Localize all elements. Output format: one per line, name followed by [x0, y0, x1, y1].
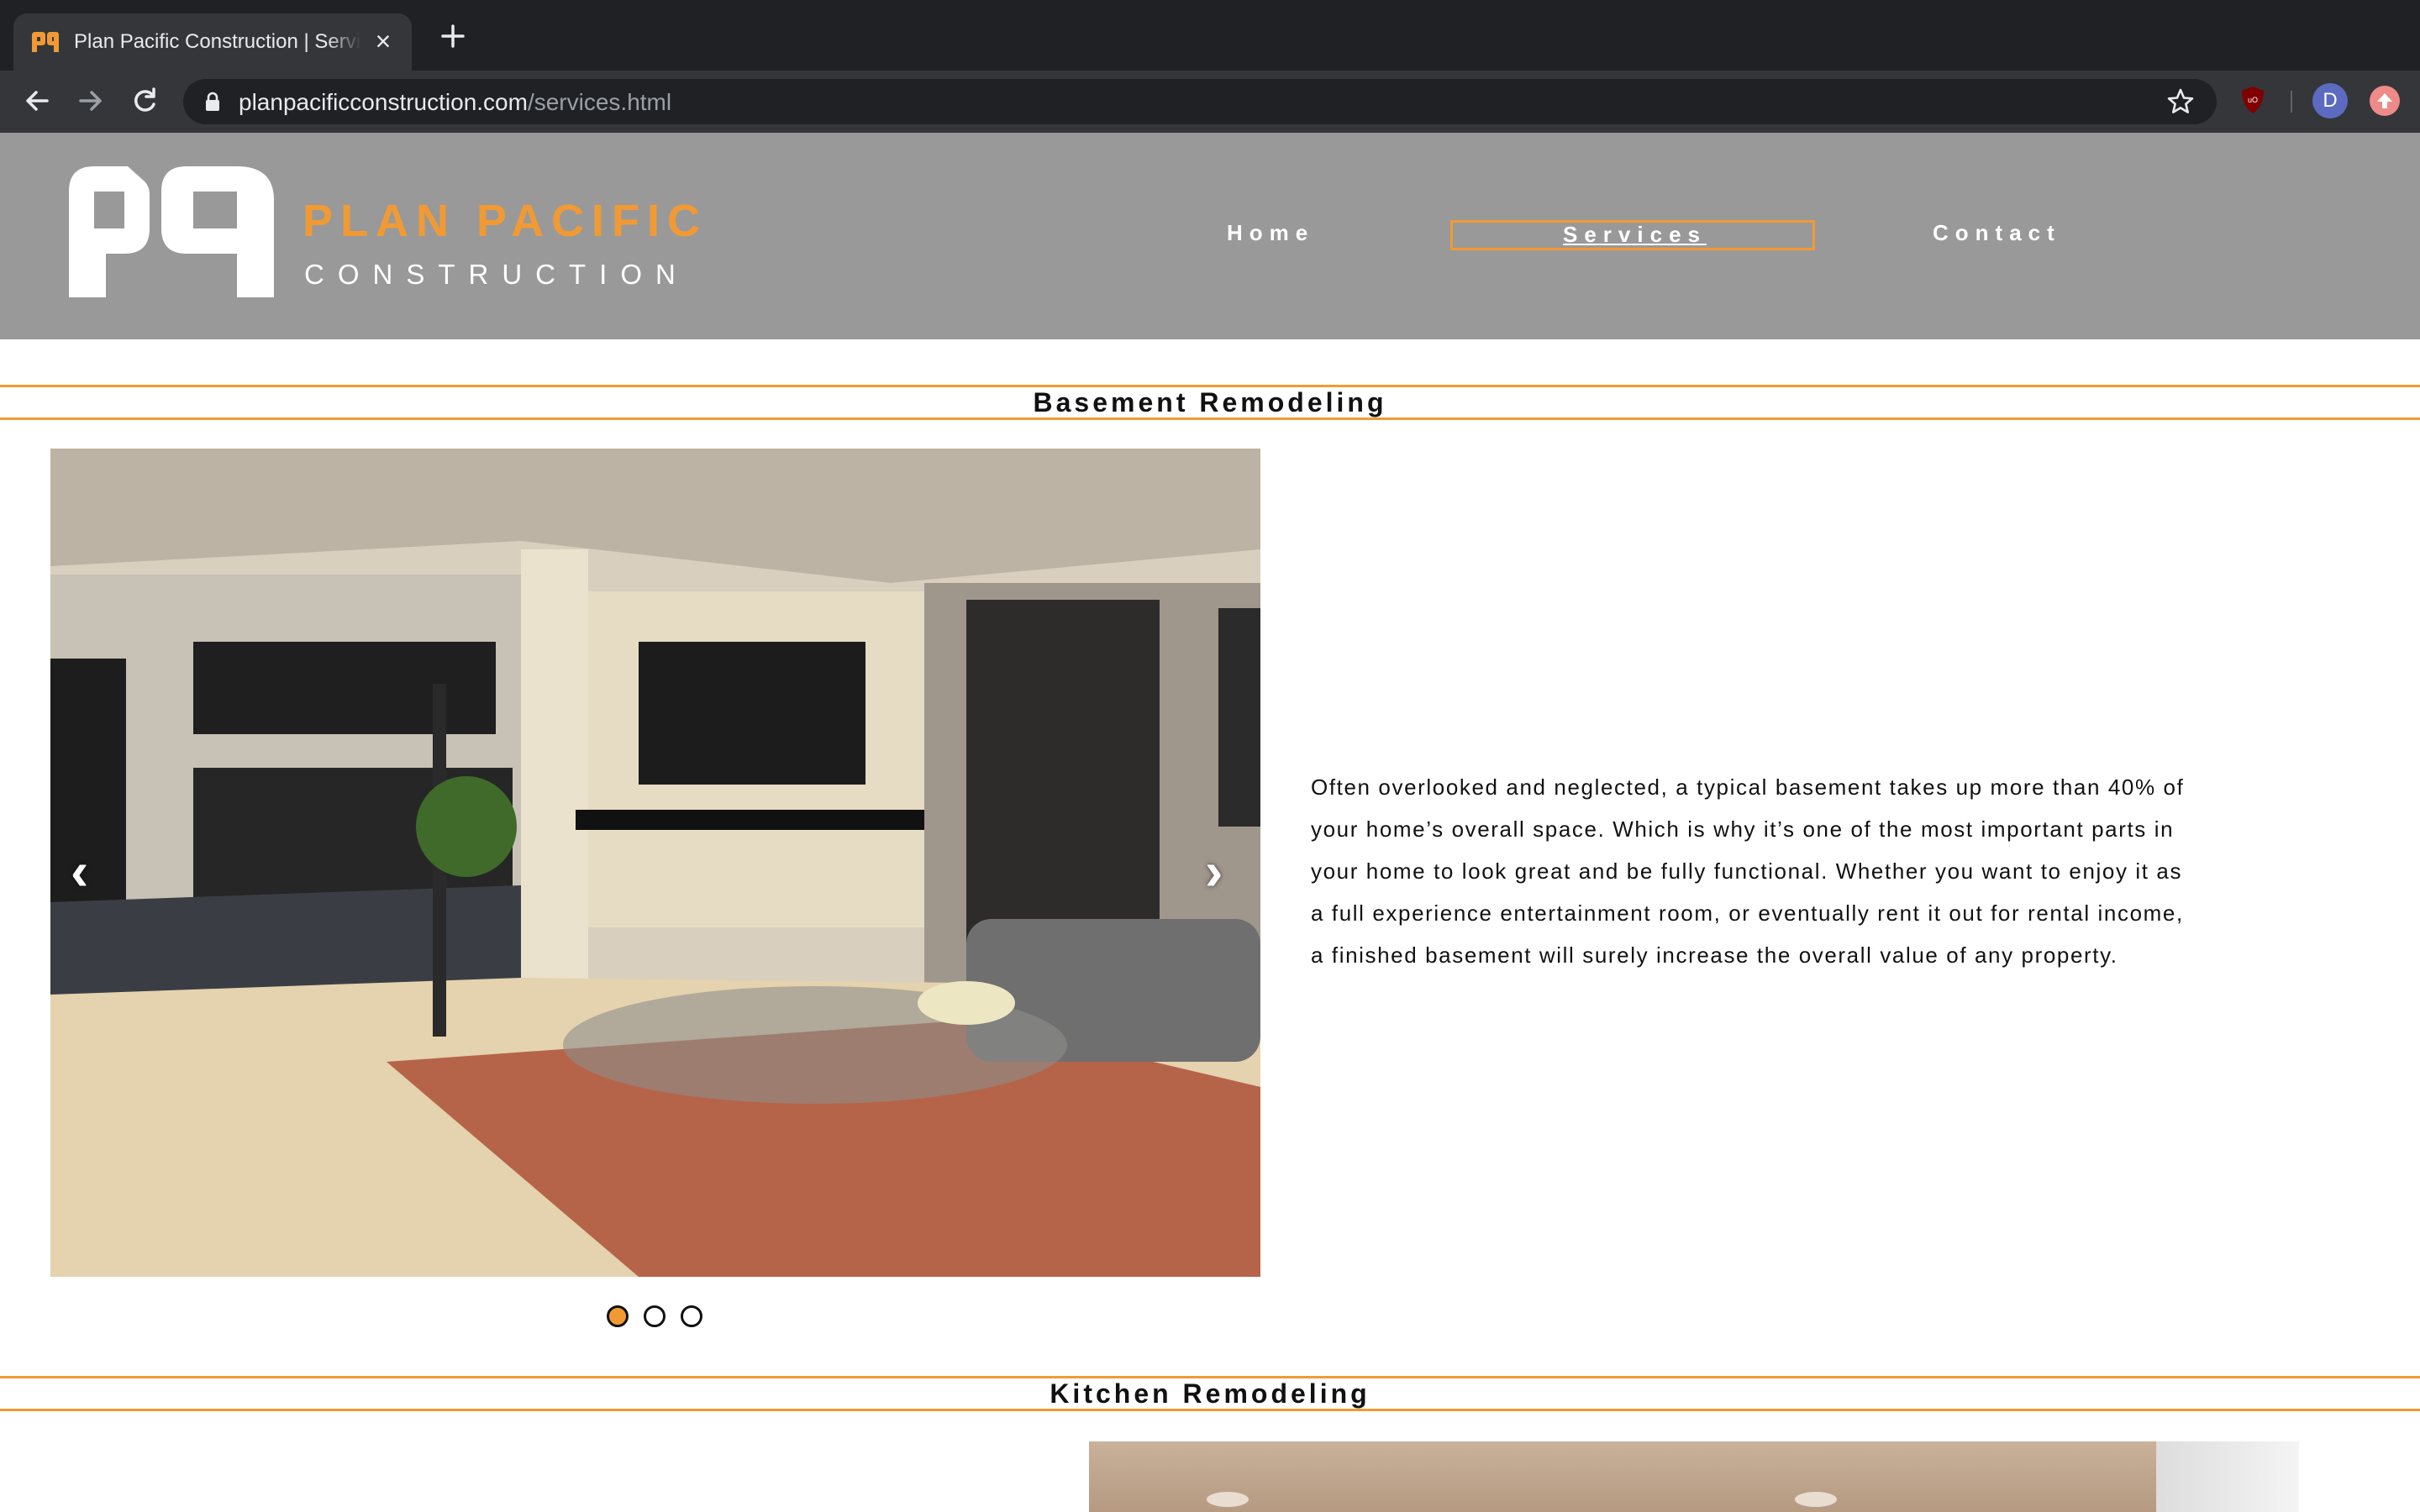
section-heading-kitchen: Kitchen Remodeling [0, 1376, 2420, 1411]
carousel-slide-image [50, 449, 1260, 1277]
toolbar-separator [2291, 91, 2292, 113]
pp-logo-mark-icon [69, 166, 274, 297]
ublock-shield-icon[interactable]: uO [2240, 86, 2265, 114]
carousel-dot-2[interactable] [644, 1305, 666, 1327]
pp-favicon-icon [32, 32, 59, 52]
bookmark-star-icon[interactable] [2166, 87, 2195, 116]
carousel-dot-1[interactable] [607, 1305, 629, 1327]
basement-description: Often overlooked and neglected, a typica… [1311, 774, 2185, 968]
nav-contact-link[interactable]: Contact [1933, 220, 2061, 246]
url-text: planpacificconstruction.com/services.htm… [239, 89, 671, 116]
forward-arrow-icon[interactable] [74, 84, 108, 118]
svg-text:uO: uO [2248, 96, 2258, 104]
kitchen-slide-image [1089, 1441, 2299, 1512]
back-arrow-icon[interactable] [20, 84, 54, 118]
carousel-next-arrow[interactable]: › [1205, 840, 1223, 902]
lock-icon[interactable] [202, 91, 224, 113]
brand-name-bottom: CONSTRUCTION [304, 259, 689, 290]
new-tab-icon[interactable] [439, 22, 467, 50]
profile-avatar[interactable]: D [2312, 83, 2348, 118]
url-domain: planpacificconstruction.com [239, 89, 528, 115]
carousel-prev-arrow[interactable]: ‹ [71, 840, 88, 902]
tab-title: Plan Pacific Construction | Services [74, 30, 361, 53]
nav-home-link[interactable]: Home [1227, 220, 1314, 246]
url-path: /services.html [527, 89, 672, 115]
address-bar[interactable]: planpacificconstruction.com/services.htm… [183, 79, 2217, 124]
brand-name-top: PLAN PACIFIC [302, 196, 708, 246]
carousel-dot-3[interactable] [681, 1305, 702, 1327]
update-arrow-icon[interactable] [2370, 86, 2400, 116]
section-heading-basement: Basement Remodeling [0, 385, 2420, 420]
close-icon[interactable]: × [370, 28, 397, 55]
browser-tabstrip: Plan Pacific Construction | Services × [0, 0, 2420, 71]
site-logo[interactable]: PLAN PACIFIC CONSTRUCTION [69, 166, 700, 301]
nav-services-link[interactable]: Services [1563, 222, 1707, 248]
site-header: PLAN PACIFIC CONSTRUCTION Home Services … [0, 133, 2420, 339]
browser-tab[interactable]: Plan Pacific Construction | Services × [13, 13, 412, 71]
browser-toolbar: planpacificconstruction.com/services.htm… [0, 71, 2420, 133]
reload-icon[interactable] [128, 84, 161, 118]
